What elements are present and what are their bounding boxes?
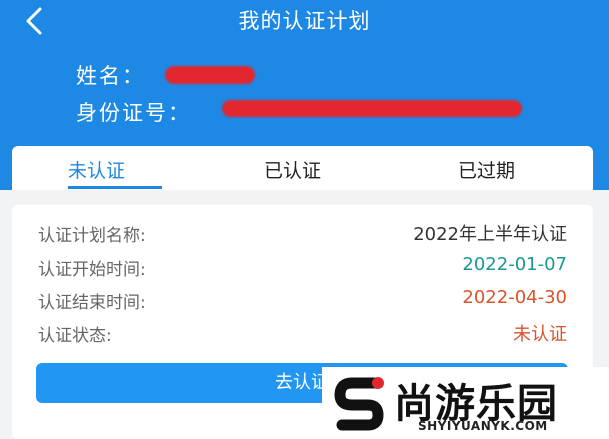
status-label: 认证状态: bbox=[38, 326, 112, 346]
page-title: 我的认证计划 bbox=[238, 9, 371, 33]
end-time-value: 2022-04-30 bbox=[462, 287, 567, 308]
start-time-value: 2022-01-07 bbox=[462, 254, 567, 275]
start-time-label: 认证开始时间: bbox=[38, 260, 146, 280]
active-tab-indicator bbox=[68, 186, 162, 189]
redacted-name bbox=[165, 66, 255, 84]
tab-unverified[interactable]: 未认证 bbox=[68, 156, 125, 183]
status-value: 未认证 bbox=[513, 324, 567, 345]
tab-bar: 未认证 已认证 已过期 bbox=[12, 146, 593, 190]
watermark-url: SHYIYUANYK.COM bbox=[418, 419, 548, 433]
redacted-id-number bbox=[222, 100, 522, 117]
name-label: 姓名： bbox=[76, 64, 145, 88]
watermark: 尚游乐园 SHYIYUANYK.COM bbox=[322, 367, 609, 439]
s-logo-icon bbox=[334, 377, 384, 431]
id-number-label: 身份证号： bbox=[76, 101, 191, 125]
end-time-label: 认证结束时间: bbox=[38, 293, 146, 313]
plan-name-value: 2022年上半年认证 bbox=[413, 224, 567, 245]
tab-expired[interactable]: 已过期 bbox=[458, 156, 515, 183]
plan-name-label: 认证计划名称: bbox=[38, 226, 146, 246]
tab-verified[interactable]: 已认证 bbox=[264, 156, 321, 183]
